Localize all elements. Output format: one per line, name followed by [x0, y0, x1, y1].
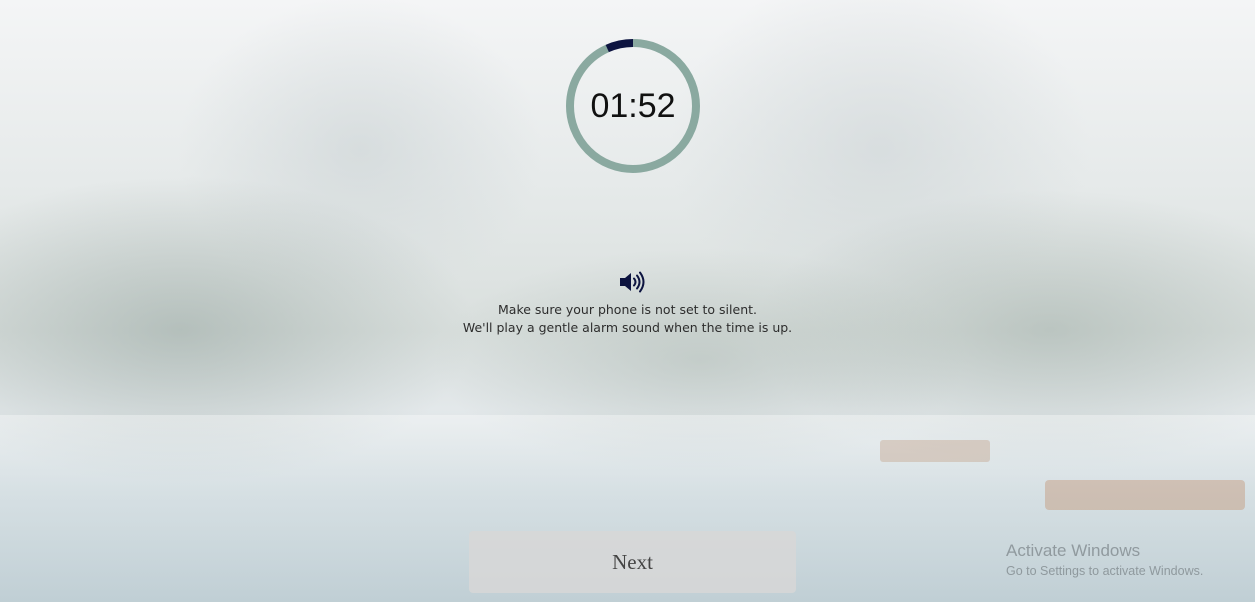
activate-windows-title: Activate Windows — [1006, 541, 1141, 560]
countdown-timer: 01:52 — [563, 36, 703, 176]
timer-display: 01:52 — [590, 87, 676, 125]
volume-icon — [618, 270, 648, 294]
activate-windows-subtitle: Go to Settings to activate Windows. — [1006, 564, 1204, 578]
boat — [1045, 480, 1245, 510]
boat-small — [880, 440, 990, 462]
next-button[interactable]: Next — [469, 531, 796, 593]
alarm-notice: We'll play a gentle alarm sound when the… — [462, 320, 793, 335]
silent-mode-notice: Make sure your phone is not set to silen… — [498, 302, 757, 317]
